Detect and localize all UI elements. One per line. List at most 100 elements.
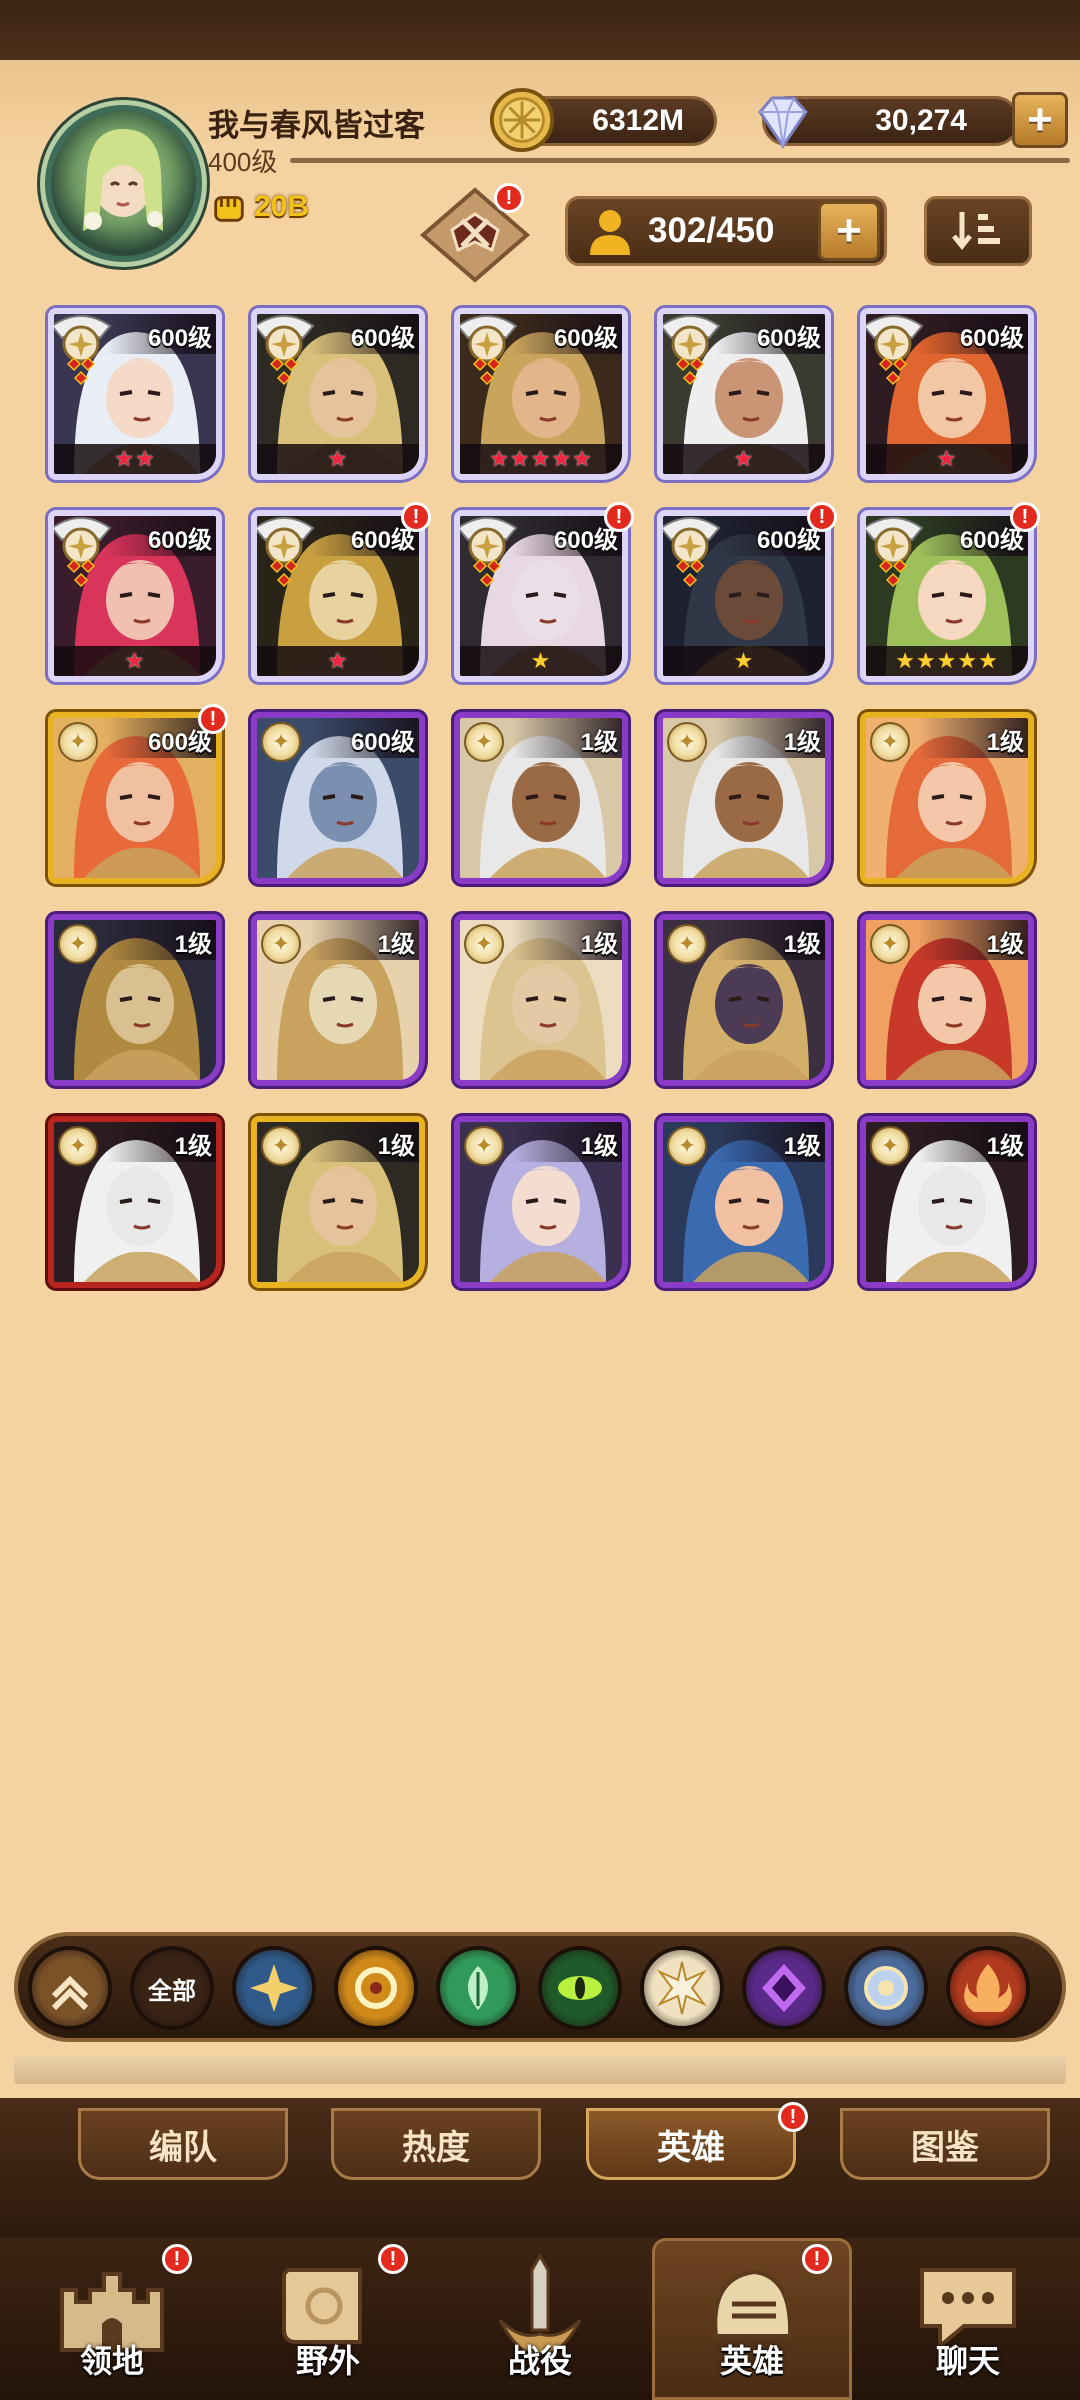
filter-graveborn-button[interactable]: [538, 1946, 622, 2030]
filter-collapse-button[interactable]: [28, 1946, 112, 2030]
player-name: 我与春风皆过客: [208, 108, 425, 143]
filter-hypogean-button[interactable]: [742, 1946, 826, 2030]
hero-card[interactable]: 1级: [48, 914, 222, 1086]
hero-level: 600级: [553, 325, 618, 352]
sort-icon: [952, 212, 1000, 251]
hero-card[interactable]: 1级: [860, 712, 1034, 884]
subtab-3[interactable]: 图鉴: [840, 2108, 1050, 2180]
subtab-alert-badge: !: [778, 2102, 808, 2132]
hero-level: 1级: [783, 931, 821, 958]
subtab-2[interactable]: 英雄: [586, 2108, 796, 2180]
star-rating: ★★★★★: [866, 646, 1028, 676]
hero-card[interactable]: 600级 ★★: [48, 308, 222, 480]
hero-card[interactable]: 1级: [860, 1116, 1034, 1288]
hero-level: 600级: [147, 325, 212, 352]
filter-all-button[interactable]: 全部: [130, 1946, 214, 2030]
star-rating: ★★: [54, 444, 216, 474]
nav-chat[interactable]: 聊天: [868, 2238, 1068, 2400]
faction-icon: [870, 924, 910, 964]
rank-medal-icon: [257, 517, 315, 588]
hero-level: 600级: [350, 325, 415, 352]
subtab-1[interactable]: 热度: [331, 2108, 541, 2180]
hero-card[interactable]: 1级: [251, 1116, 425, 1288]
hero-level: 600级: [959, 325, 1024, 352]
chevron-up-icon: [51, 1975, 89, 2011]
hero-level: 1级: [580, 729, 618, 756]
rank-medal-icon: [866, 517, 924, 588]
star-rating: ★: [257, 444, 419, 474]
faction-icon: [261, 924, 301, 964]
shield-icon: [864, 1966, 908, 2010]
hero-card[interactable]: 600级: [251, 712, 425, 884]
faction-icon: [464, 924, 504, 964]
player-avatar[interactable]: [45, 105, 202, 262]
rank-medal-icon: [257, 315, 315, 386]
nav-sword[interactable]: 战役: [440, 2238, 640, 2400]
hero-level: 1级: [783, 1133, 821, 1160]
rank-medal-icon: [663, 517, 721, 588]
faction-icon: [464, 1126, 504, 1166]
flame-icon: [964, 1964, 1012, 2012]
nav-label: 野外: [295, 2343, 360, 2379]
hero-card[interactable]: 1级: [657, 1116, 831, 1288]
hero-card[interactable]: 1级: [454, 914, 628, 1086]
avatar-portrait-icon: [83, 129, 163, 231]
hero-card[interactable]: 600级 ★: [251, 308, 425, 480]
hero-level: 600级: [756, 325, 821, 352]
expand-roster-button[interactable]: +: [818, 201, 880, 261]
hero-card[interactable]: 600级 ★: [454, 510, 628, 682]
hero-card[interactable]: 1级: [860, 914, 1034, 1086]
filter-mauler-button[interactable]: [334, 1946, 418, 2030]
hero-card[interactable]: 600级: [48, 712, 222, 884]
hero-card[interactable]: 600级 ★: [860, 308, 1034, 480]
faction-icon: [667, 1126, 707, 1166]
hero-card[interactable]: 1级: [657, 712, 831, 884]
star-rating: ★: [663, 646, 825, 676]
filter-dimensional-button[interactable]: [844, 1946, 928, 2030]
player-level: 400级: [208, 147, 278, 177]
faction-icon: [870, 722, 910, 762]
diamond-icon: [758, 96, 808, 149]
star-rating-stars: ★★★★★: [895, 648, 999, 673]
hero-card[interactable]: 1级: [657, 914, 831, 1086]
faction-icon: [667, 924, 707, 964]
hero-card[interactable]: 1级: [48, 1116, 222, 1288]
subtab-0[interactable]: 编队: [78, 2108, 288, 2180]
hero-card[interactable]: 600级 ★: [251, 510, 425, 682]
star-rating-stars: ★: [936, 446, 958, 471]
hero-card[interactable]: 600级 ★★★★★: [860, 510, 1034, 682]
rank-medal-icon: [866, 315, 924, 386]
hero-card[interactable]: 1级: [251, 914, 425, 1086]
hero-level: 600级: [147, 527, 212, 554]
star-rating: ★: [866, 444, 1028, 474]
filter-lightbearer-button[interactable]: [232, 1946, 316, 2030]
rank-medal-icon: [663, 315, 721, 386]
fist-icon: [214, 196, 244, 222]
combat-power-value: 20B: [254, 190, 310, 223]
faction-icon: [870, 1126, 910, 1166]
subtab-label: 英雄: [657, 2128, 725, 2167]
subtab-label: 热度: [402, 2128, 470, 2167]
buy-gems-button[interactable]: +: [1012, 92, 1068, 148]
filter-divider: [14, 2056, 1066, 2084]
hero-level: 600级: [350, 729, 415, 756]
filter-wilder-button[interactable]: [436, 1946, 520, 2030]
hero-card[interactable]: 1级: [454, 712, 628, 884]
star-rating-stars: ★: [327, 446, 349, 471]
leaf-icon: [468, 1966, 488, 2010]
star-rating: ★: [54, 646, 216, 676]
filter-celestial-button[interactable]: [640, 1946, 724, 2030]
filter-dragon-button[interactable]: [946, 1946, 1030, 2030]
hero-card[interactable]: 600级 ★: [48, 510, 222, 682]
sort-button[interactable]: [924, 196, 1032, 266]
hero-level: 1级: [986, 729, 1024, 756]
nav-alert-badge: !: [802, 2244, 832, 2274]
hero-card[interactable]: 600级 ★: [657, 308, 831, 480]
diamond-icon: [762, 1964, 806, 2012]
hero-card[interactable]: 600级 ★: [657, 510, 831, 682]
star-rating: ★★★★★: [460, 444, 622, 474]
eye-icon: [558, 1976, 602, 2000]
person-icon: [590, 210, 630, 255]
hero-card[interactable]: 1级: [454, 1116, 628, 1288]
hero-card[interactable]: 600级 ★★★★★: [454, 308, 628, 480]
